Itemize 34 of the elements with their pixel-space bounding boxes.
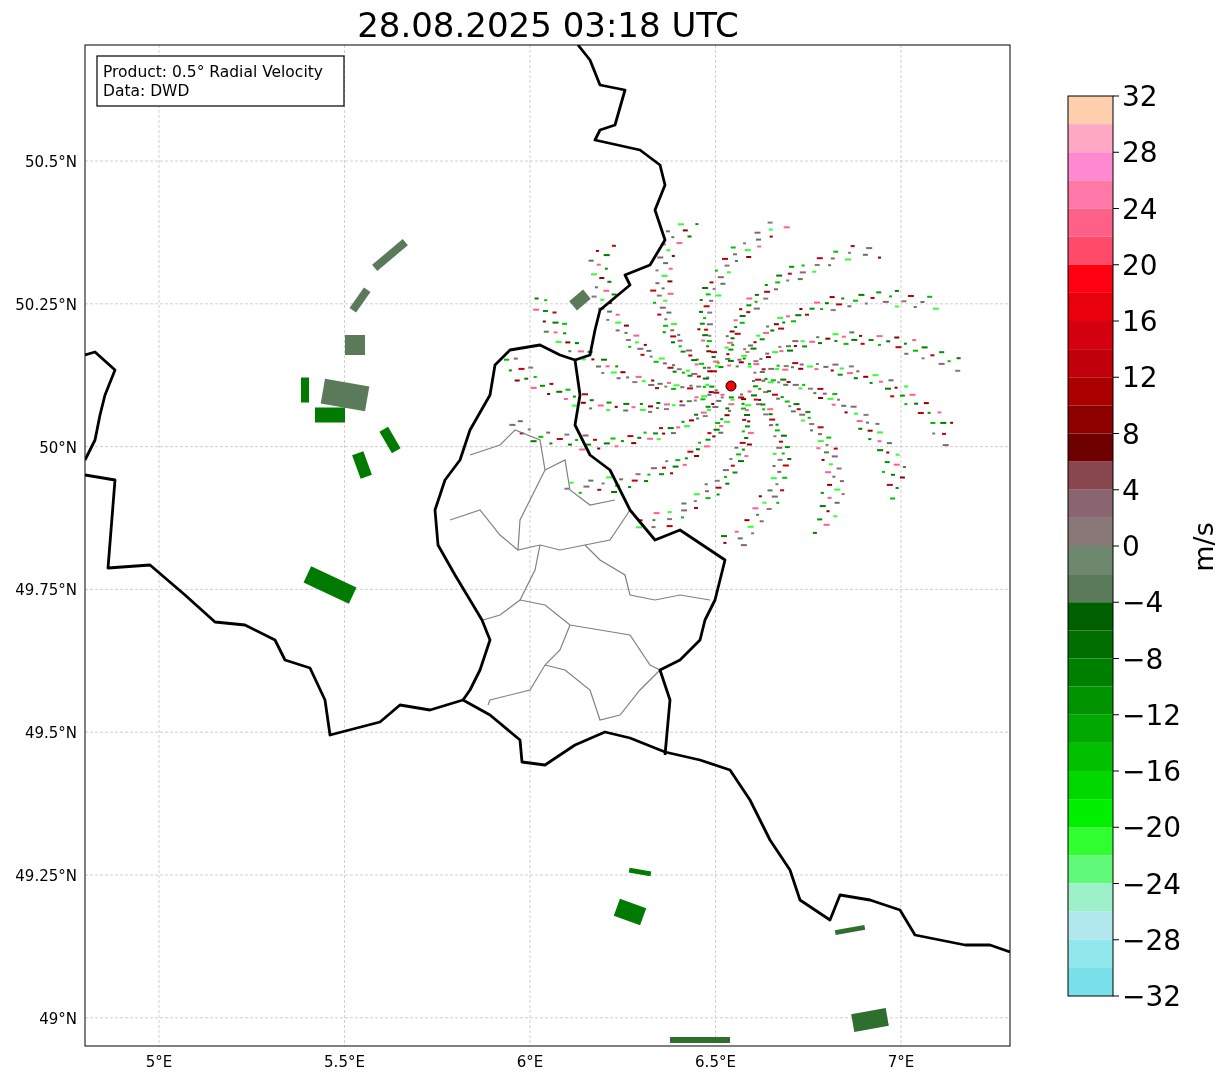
chart-title: 28.08.2025 03:18 UTC [357,5,739,45]
colorbar-tick-label: −24 [1122,867,1182,901]
longitude-label: 6.5°E [695,1053,736,1071]
colorbar-tick-label: 16 [1122,305,1158,338]
latitude-label: 49°N [39,1009,77,1028]
radar-site-marker [725,380,737,392]
colorbar-tick-label: −4 [1122,586,1164,620]
latitude-label: 50°N [39,438,77,457]
colorbar-tick-label: −20 [1122,811,1182,845]
colorbar-tick-label: 20 [1122,248,1158,282]
legend-text: Product: 0.5° Radial Velocity [103,63,323,81]
latitude-label: 49.75°N [15,581,77,600]
colorbar-tick-label: −8 [1122,642,1164,676]
longitude-label: 5.5°E [324,1053,365,1071]
colorbar-tick-label: 8 [1122,417,1140,451]
colorbar-tick-label: 32 [1122,80,1158,113]
colorbar-tick-label: −28 [1122,923,1182,957]
longitude-label: 5°E [145,1053,173,1071]
colorbar-tick-label: 12 [1122,361,1158,395]
longitude-label: 6°E [516,1053,544,1071]
latitude-label: 49.25°N [15,867,77,885]
latitude-label: 50.25°N [15,295,77,314]
colorbar-tick-label: −12 [1122,698,1182,732]
latitude-label: 50.5°N [24,153,77,171]
colorbar-tick-label: 0 [1122,530,1140,563]
colorbar-label: m/s [1188,522,1219,572]
latitude-label: 49.5°N [24,724,77,743]
colorbar-tick-label: 28 [1122,136,1158,170]
colorbar-tick-label: −32 [1122,980,1182,1013]
legend-text: Data: DWD [103,82,190,100]
colorbar-tick-label: −16 [1122,755,1182,788]
colorbar-tick-label: 24 [1122,192,1158,226]
colorbar-tick-label: 4 [1122,473,1140,507]
longitude-label: 7°E [887,1053,915,1071]
